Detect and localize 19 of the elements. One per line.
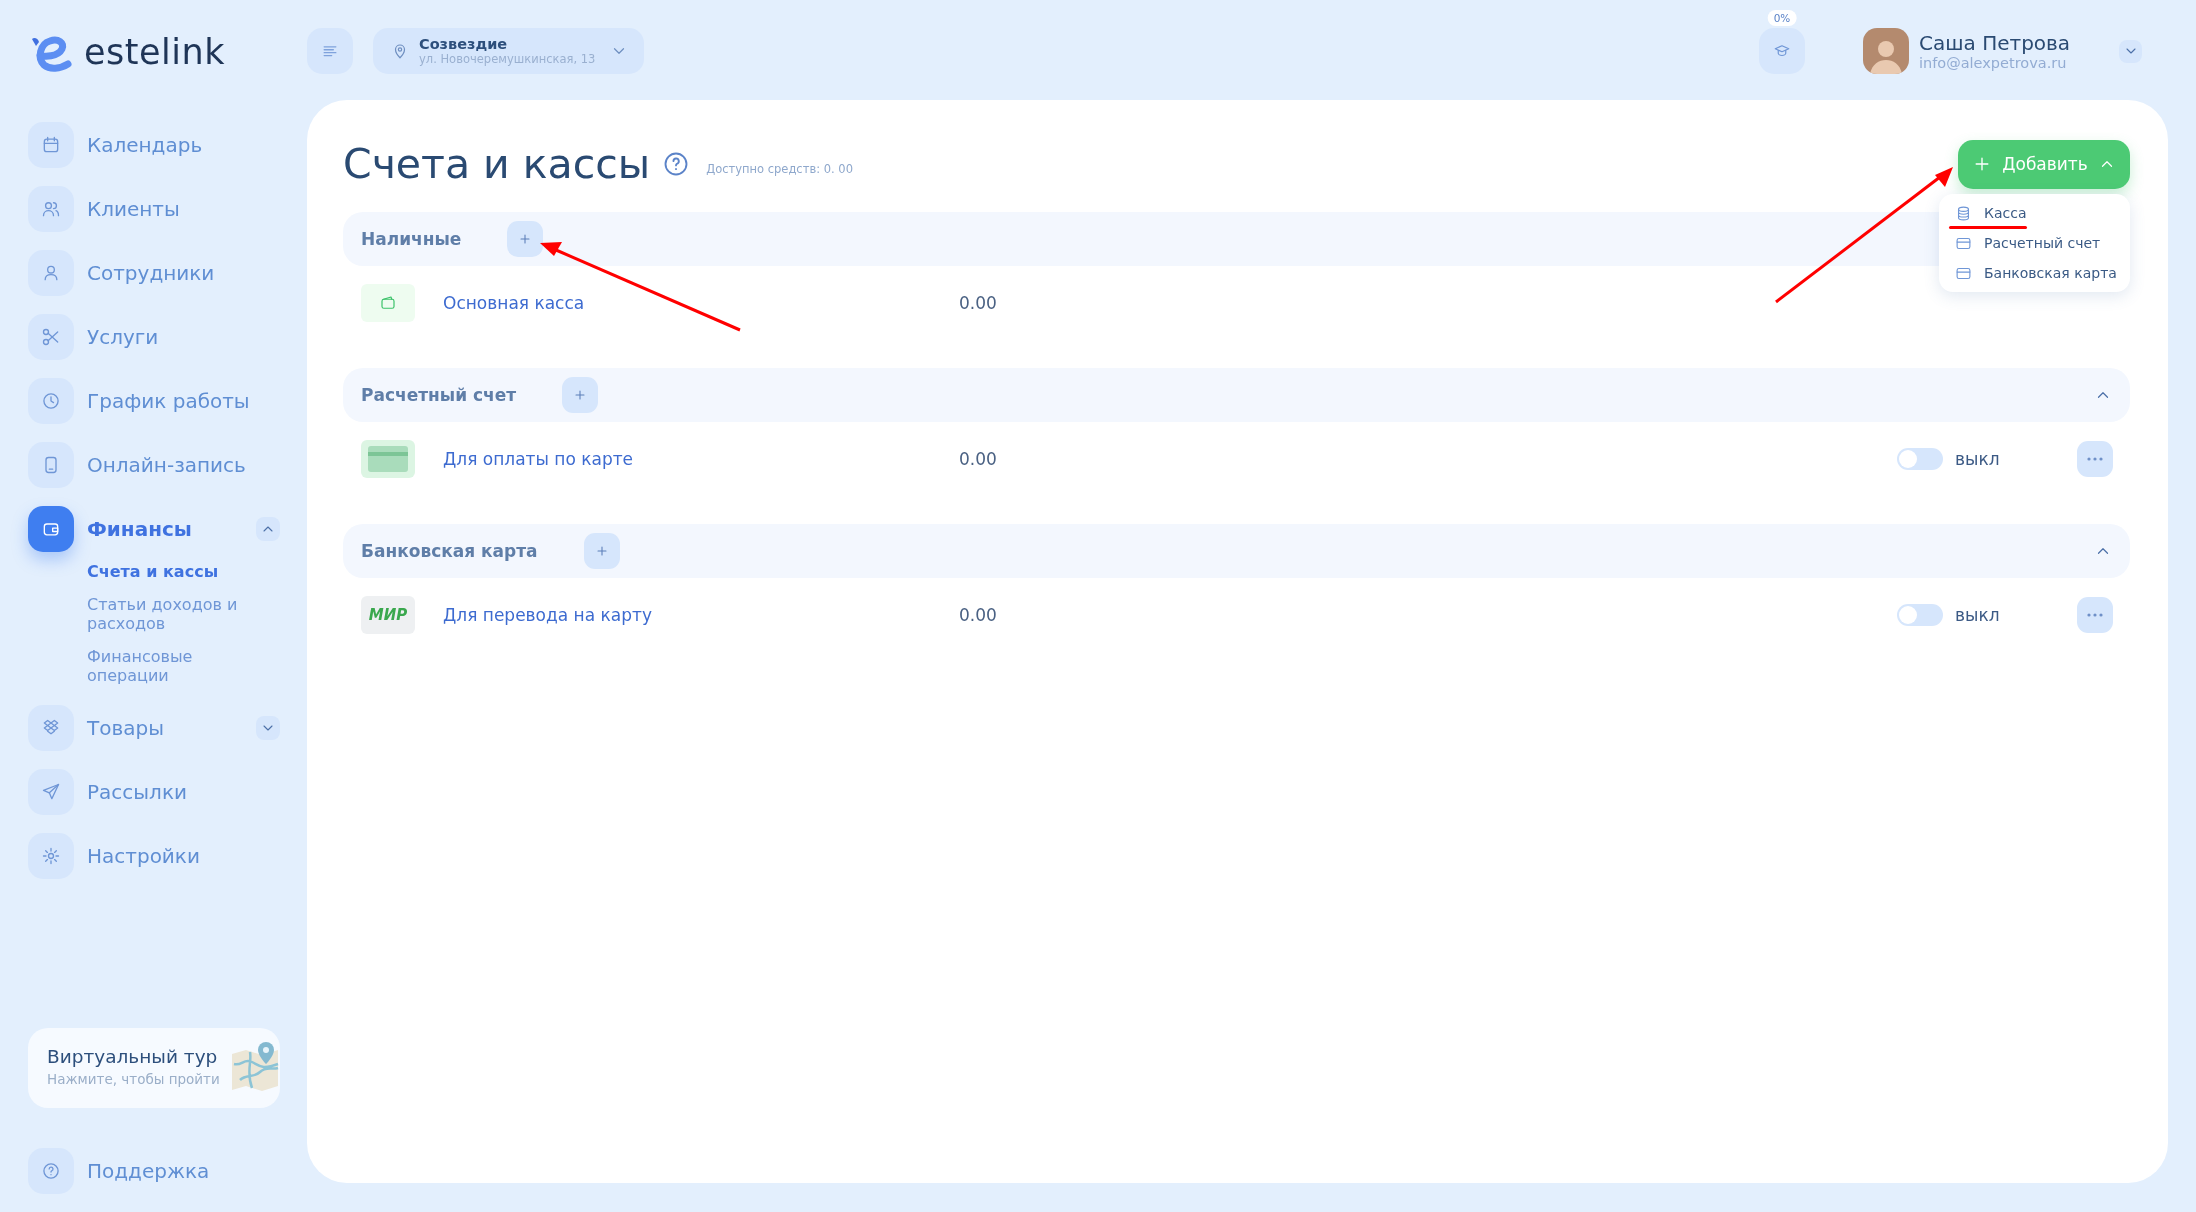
page-title: Счета и кассы <box>343 140 651 188</box>
location-name: Созвездие <box>419 36 509 52</box>
section-title: Наличные <box>361 229 462 249</box>
tour-title: Виртуальный тур <box>47 1046 219 1067</box>
progress-badge: 0% <box>1767 10 1797 26</box>
section-title: Банковская карта <box>361 541 538 561</box>
available-funds: Доступно средств: 0. 00 <box>706 162 853 176</box>
brand-name: estelink <box>84 32 225 72</box>
section-title: Расчетный счет <box>361 385 517 405</box>
account-balance: 0.00 <box>959 605 998 625</box>
account-balance: 0.00 <box>959 449 998 469</box>
location-address: ул. Новочеремушкинская, 13 <box>419 52 597 66</box>
tour-subtitle: Нажмите, чтобы пройти <box>47 1071 221 1087</box>
user-email: info@alexpetrova.ru <box>1919 55 2068 71</box>
payment-logo: МИР <box>361 596 415 634</box>
toggle-label: выкл <box>1955 605 2000 625</box>
user-name: Саша Петрова <box>1919 31 2072 55</box>
toggle-label: выкл <box>1955 449 2000 469</box>
account-balance: 0.00 <box>959 293 998 313</box>
